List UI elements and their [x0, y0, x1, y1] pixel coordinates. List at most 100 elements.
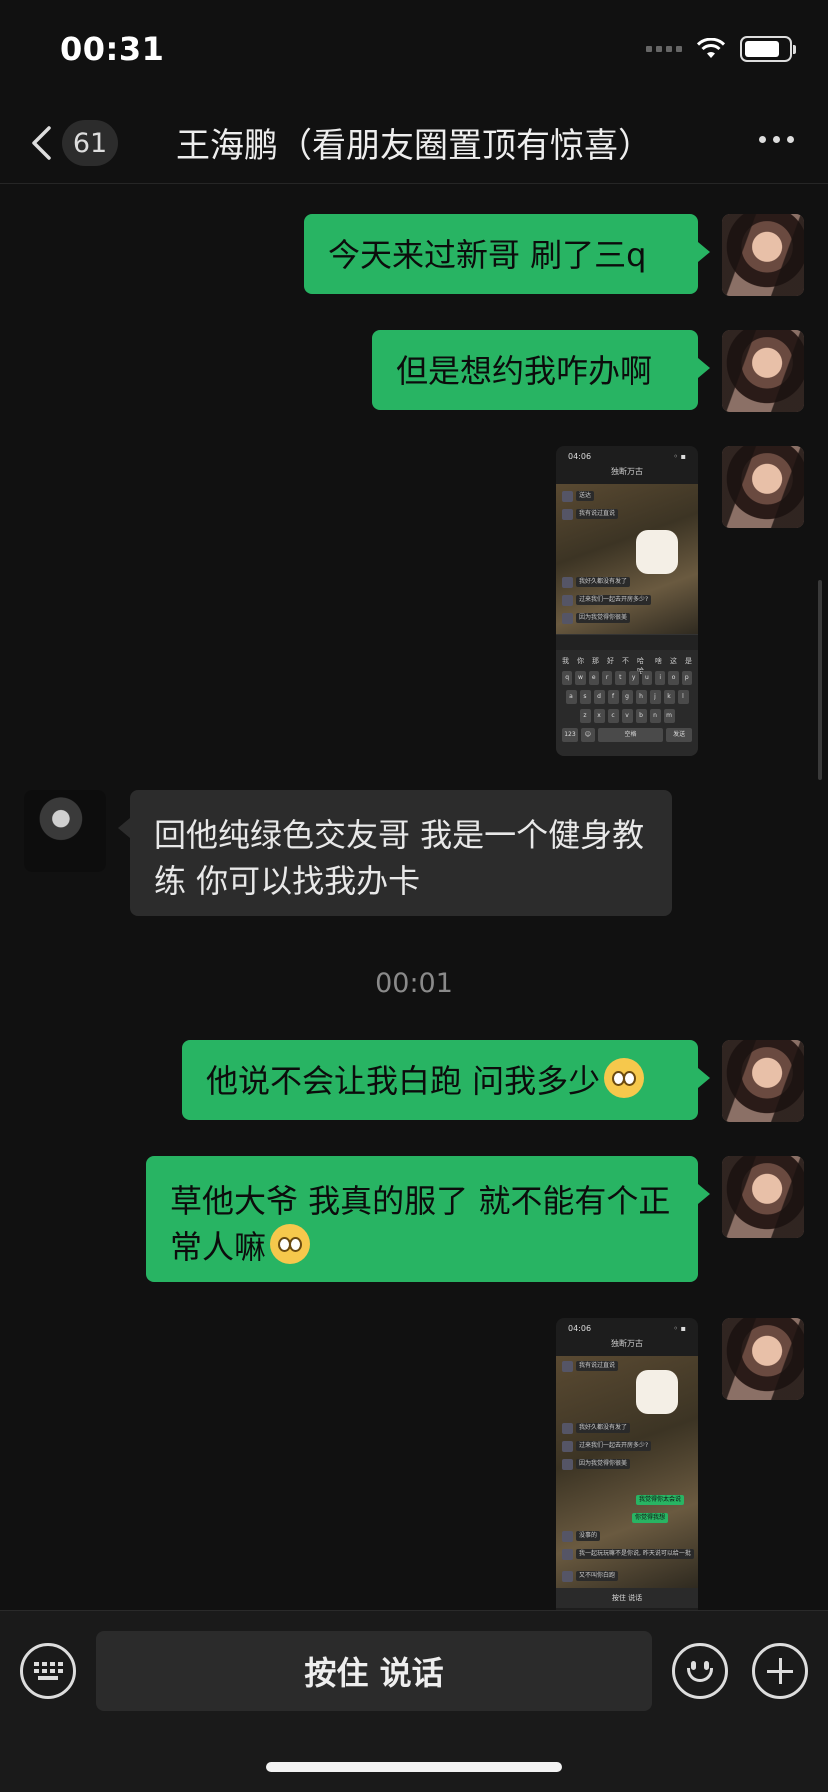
image-key: k — [663, 690, 675, 704]
image-key: d — [593, 690, 605, 704]
message-text: 他说不会让我白跑 问我多少 — [206, 1062, 601, 1100]
image-keyboard-row: zxcvbnm — [562, 709, 692, 723]
image-key: 哈哈 — [637, 657, 644, 675]
message-bubble-incoming[interactable]: 回他纯绿色交友哥 我是一个健身教练 你可以找我办卡 — [118, 790, 672, 916]
message-bubble-outgoing[interactable]: 草他大爷 我真的服了 就不能有个正常人嘛 — [146, 1156, 710, 1282]
image-key: v — [621, 709, 633, 723]
image-key: o — [668, 671, 679, 685]
my-avatar[interactable] — [722, 330, 804, 412]
image-key: w — [575, 671, 586, 685]
image-key: x — [593, 709, 605, 723]
image-key: b — [635, 709, 647, 723]
image-chat-row: 我一起玩玩嘛不是你说, 昨天说可以给一批 — [562, 1548, 694, 1560]
image-chat-row: 过来我们一起去开房多少? — [562, 1440, 652, 1452]
sticker-image — [636, 530, 678, 574]
nav-bar: 61 王海鹏（看朋友圈置顶有惊喜） — [0, 100, 828, 184]
message-text: 草他大爷 我真的服了 就不能有个正常人嘛 — [170, 1182, 671, 1266]
image-key: z — [579, 709, 591, 723]
sticker-image — [636, 1370, 678, 1414]
image-keyboard-row: asdfghjkl — [562, 690, 692, 704]
image-key: j — [649, 690, 661, 704]
my-avatar[interactable] — [722, 214, 804, 296]
wifi-icon — [696, 38, 726, 60]
image-key: s — [579, 690, 591, 704]
message-bubble-outgoing[interactable]: 今天来过新哥 刷了三q — [304, 214, 710, 294]
image-key: e — [588, 671, 599, 685]
image-input-bar — [556, 634, 698, 650]
smile-emoji-icon — [270, 1224, 311, 1264]
image-chat-row: 我好久都没有发了 — [562, 1422, 631, 1434]
image-chat-area: 我有说过直说 我好久都没有发了 过来我们一起去开房多少? 因为我觉得你很美 我觉… — [556, 1356, 698, 1588]
image-chat-row: 因为我觉得你很美 — [562, 1458, 631, 1470]
image-status-bar: 04:06 ◦ ▪ — [568, 451, 686, 461]
image-key: r — [601, 671, 613, 685]
image-chat-row: 送达 — [562, 490, 595, 502]
hold-to-talk-button[interactable]: 按住 说话 — [96, 1631, 652, 1711]
image-key: 啥 — [655, 657, 662, 665]
image-time: 04:06 — [568, 451, 592, 461]
image-suggestions: 我你那好不哈哈 啥这是 — [562, 656, 692, 675]
my-avatar[interactable] — [722, 446, 804, 528]
image-key: c — [607, 709, 619, 723]
my-avatar[interactable] — [722, 1318, 804, 1400]
image-status-bar: 04:06 ◦ ▪ — [568, 1323, 686, 1333]
image-chat-row: 我好久都没有发了 — [562, 576, 631, 588]
image-key: n — [649, 709, 661, 723]
image-key: i — [655, 671, 666, 685]
message-text: 回他纯绿色交友哥 我是一个健身教练 你可以找我办卡 — [154, 816, 645, 900]
message-text: 今天来过新哥 刷了三q — [328, 236, 647, 274]
status-time: 00:31 — [60, 30, 165, 68]
image-key: y — [628, 671, 639, 685]
contact-avatar[interactable] — [24, 790, 106, 872]
chat-title: 王海鹏（看朋友圈置顶有惊喜） — [176, 126, 652, 166]
image-chat-row: 没事的 — [562, 1530, 601, 1542]
image-keyboard-row: 123 ☺ 空格 发送 — [562, 728, 692, 742]
image-key: 那 — [592, 657, 599, 665]
scrollbar[interactable] — [818, 580, 822, 780]
image-chat-title: 独断万古 — [611, 1339, 643, 1348]
image-key: u — [641, 671, 653, 685]
image-key: a — [565, 690, 577, 704]
image-chat-row-green: 我觉得你太会说 — [636, 1494, 685, 1506]
image-keyboard-row: qwertyuiop — [562, 671, 692, 685]
image-key: p — [681, 671, 692, 685]
image-key: 是 — [685, 657, 692, 665]
status-icons — [646, 36, 796, 62]
my-avatar[interactable] — [722, 1156, 804, 1238]
status-bar: 00:31 — [0, 0, 828, 100]
image-key: f — [607, 690, 619, 704]
emoji-button[interactable] — [672, 1643, 728, 1699]
image-key: 这 — [670, 657, 677, 665]
smile-emoji-icon — [604, 1058, 645, 1098]
image-chat-area: 送达 我有说过直说 我好久都没有发了 过来我们一起去开房多少? 因为我觉得你很美 — [556, 484, 698, 634]
message-text: 但是想约我咋办啊 — [396, 352, 653, 390]
image-chat-title: 独断万古 — [611, 467, 643, 476]
screenshot-image-message[interactable]: 04:06 ◦ ▪ 独断万古 我有说过直说 我好久都没有发了 过来我们一起去开房多… — [556, 1318, 698, 1610]
image-key: g — [621, 690, 633, 704]
image-key: 不 — [622, 657, 629, 665]
keyboard-toggle-button[interactable] — [20, 1643, 76, 1699]
message-timestamp: 00:01 — [375, 968, 453, 999]
image-chat-row: 过来我们一起去开房多少? — [562, 594, 652, 606]
more-functions-button[interactable] — [752, 1643, 808, 1699]
more-options-button[interactable] — [759, 136, 794, 143]
message-bubble-outgoing[interactable]: 他说不会让我白跑 问我多少 — [182, 1040, 710, 1120]
image-chat-row: 我有说过直说 — [562, 1360, 619, 1372]
image-keyboard: 我你那好不哈哈啥这是 qwertyuiop asdfghjkl zxcvbnm … — [556, 650, 698, 756]
image-key: h — [635, 690, 647, 704]
image-key: l — [677, 690, 689, 704]
signal-icon — [646, 46, 682, 52]
image-key: m — [663, 709, 675, 723]
image-bottom-bar: 按住 说话 — [556, 1588, 698, 1608]
message-bubble-outgoing[interactable]: 但是想约我咋办啊 — [372, 330, 710, 410]
screenshot-image-message[interactable]: 04:06 ◦ ▪ 独断万古 送达 我有说过直说 我好久都没有发了 过来我们一起去… — [556, 446, 698, 756]
image-chat-row: 因为我觉得你很美 — [562, 612, 631, 624]
home-indicator[interactable] — [266, 1762, 562, 1772]
image-chat-row: 我有说过直说 — [562, 508, 619, 520]
image-key: 我 — [562, 657, 569, 665]
image-key: t — [615, 671, 626, 685]
image-chat-row-green: 你觉得我想 — [632, 1512, 669, 1524]
my-avatar[interactable] — [722, 1040, 804, 1122]
image-chat-row: 又不叫你白跑 — [562, 1570, 619, 1582]
image-key: 好 — [607, 657, 614, 665]
